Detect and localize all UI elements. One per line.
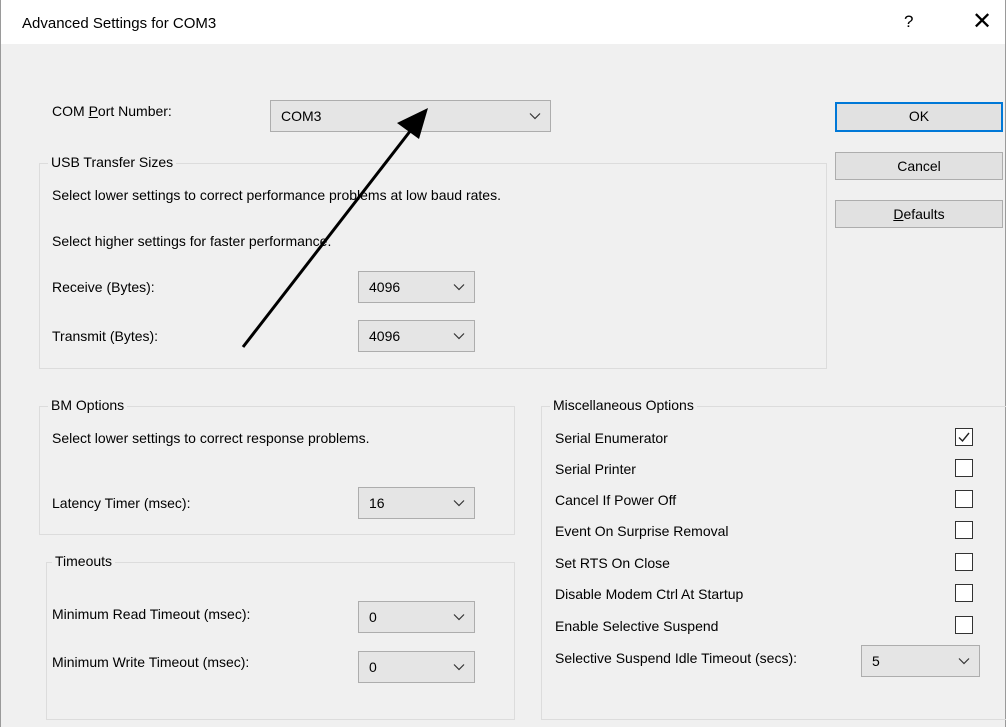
annotation-arrow-icon: [241, 108, 428, 348]
